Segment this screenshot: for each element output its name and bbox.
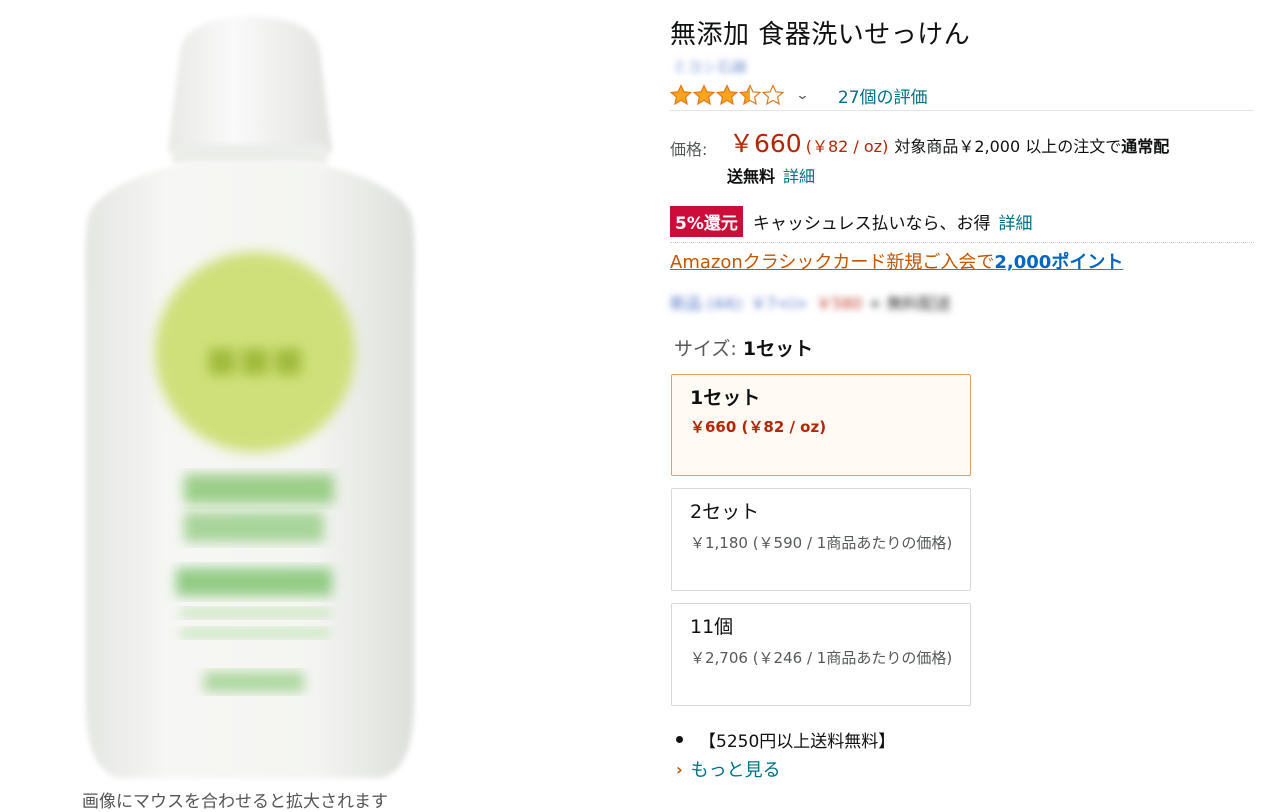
shipping-bold-text: 通常配 xyxy=(1121,137,1170,156)
other-offers-shipping: + 無料配送 xyxy=(868,294,951,313)
star-icon xyxy=(670,84,692,106)
see-more-label: もっと見る xyxy=(690,760,781,781)
star-icon xyxy=(716,84,738,106)
divider xyxy=(670,110,1254,111)
price-value: ￥660 xyxy=(729,129,802,158)
star-icon xyxy=(762,84,784,106)
price-label: 価格: xyxy=(670,140,708,159)
price-line-2: 送無料 詳細 xyxy=(727,164,815,190)
size-option-2set[interactable]: 2セット ￥1,180 (￥590 / 1商品あたりの価格) xyxy=(671,488,971,591)
cashback-badge: 5%還元 xyxy=(670,205,743,237)
card-points-text: 2,000ポイント xyxy=(994,252,1124,273)
size-option-price: ￥1,180 (￥590 / 1商品あたりの価格) xyxy=(690,534,953,552)
price-line: ￥660 (￥82 / oz) 対象商品￥2,000 以上の注文で通常配 xyxy=(729,130,1254,161)
size-option-name: 11個 xyxy=(690,616,734,638)
other-offers[interactable]: 新品 (44): ￥7<i> ￥580 + 無料配送 xyxy=(670,290,951,314)
product-image[interactable]: ◼◼◼ xyxy=(80,12,420,782)
star-rating[interactable] xyxy=(670,84,785,106)
feature-bullet: 【5250円以上送料無料】 xyxy=(676,727,895,752)
rating-count-link[interactable]: 27個の評価 xyxy=(838,83,928,108)
dotted-divider xyxy=(670,242,1254,243)
size-option-11pcs[interactable]: 11個 ￥2,706 (￥246 / 1商品あたりの価格) xyxy=(671,603,971,706)
see-more-link[interactable]: › もっと見る xyxy=(676,756,781,782)
size-option-1set[interactable]: 1セット ￥660 (￥82 / oz) xyxy=(671,374,971,476)
other-offers-link[interactable]: 新品 (44): ￥7<i> xyxy=(670,294,808,313)
free-shipping-text: 送無料 xyxy=(727,167,776,186)
star-icon xyxy=(693,84,715,106)
product-image-area[interactable]: ◼◼◼ 画像にマウスを合わせると拡大されます xyxy=(0,0,520,812)
rating-row: ⌄ 27個の評価 xyxy=(670,82,928,108)
image-zoom-hint: 画像にマウスを合わせると拡大されます xyxy=(82,792,388,812)
shipping-condition: 対象商品￥2,000 以上の注文で xyxy=(894,137,1122,156)
shipping-detail-link[interactable]: 詳細 xyxy=(783,167,815,186)
svg-text:◼◼◼: ◼◼◼ xyxy=(205,336,305,382)
brand-link[interactable]: ミヨシ石鹸 xyxy=(672,56,747,77)
size-option-name: 2セット xyxy=(690,501,760,523)
cashback-row: 5%還元 キャッシュレス払いなら、お得 詳細 xyxy=(670,205,1033,237)
size-label-row: サイズ: 1セット xyxy=(674,334,813,361)
bullet-icon xyxy=(676,736,683,743)
feature-bullet-text: 【5250円以上送料無料】 xyxy=(699,732,896,752)
chevron-right-icon: › xyxy=(676,759,683,779)
cashback-detail-link[interactable]: 詳細 xyxy=(999,209,1033,234)
chevron-down-icon[interactable]: ⌄ xyxy=(795,88,809,103)
cashback-text: キャッシュレス払いなら、お得 xyxy=(752,213,991,234)
product-title: 無添加 食器洗いせっけん xyxy=(670,20,971,50)
other-offers-price: ￥580 xyxy=(815,294,863,313)
unit-price: (￥82 / oz) xyxy=(805,137,889,156)
size-option-price: ￥2,706 (￥246 / 1商品あたりの価格) xyxy=(690,649,953,667)
card-promo-text: Amazonクラシックカード新規ご入会で xyxy=(670,252,995,273)
size-option-name: 1セット xyxy=(690,387,761,409)
star-icon xyxy=(739,84,761,106)
size-label: サイズ: xyxy=(674,338,737,360)
size-selected-value: 1セット xyxy=(742,338,814,360)
size-option-price: ￥660 (￥82 / oz) xyxy=(690,418,827,436)
card-promo-link[interactable]: Amazonクラシックカード新規ご入会で2,000ポイント xyxy=(670,248,1123,274)
